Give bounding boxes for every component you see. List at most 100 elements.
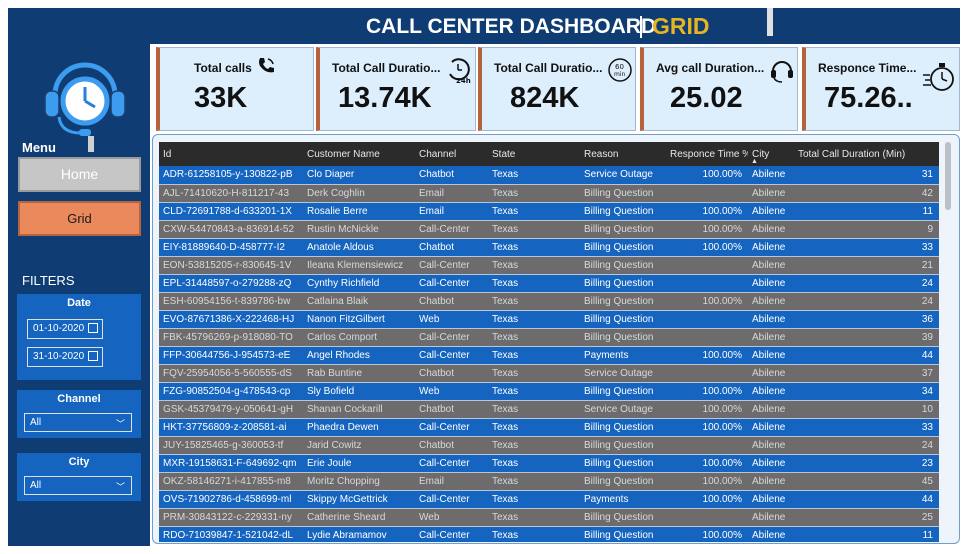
channel-select[interactable]: All ﹀ [24,413,132,432]
table-viewport[interactable]: Id Customer Name Channel State Reason Re… [159,142,939,542]
table-row[interactable]: JUY-15825465-g-360053-tf Jarid Cowitz Chat… [159,436,939,455]
column-header-id[interactable]: Id [159,142,303,166]
cell-total-call-duration: 25 [794,508,939,527]
cell-total-call-duration: 10 [794,400,939,419]
table-row[interactable]: EIY-81889640-D-458777-I2 Anatole Aldous Ch… [159,238,939,257]
cell-channel: Call-Center [415,526,488,542]
table-row[interactable]: OVS-71902786-d-458699-ml Skippy McGettric… [159,490,939,509]
cell-total-call-duration: 24 [794,274,939,293]
cell-city: Abilene [748,400,794,419]
table-row[interactable]: RDO-71039847-1-521042-dL Lydie Abramamov C… [159,526,939,542]
cell-total-call-duration: 24 [794,292,939,311]
home-button[interactable]: Home [18,157,141,192]
cell-channel: Chatbot [415,436,488,455]
cell-channel: Chatbot [415,166,488,185]
cell-responce-time: 100.00% [666,526,748,542]
cell-customer-name: Moritz Chopping [303,472,415,491]
table-row[interactable]: ESH-60954156-t-839786-bw Catlaina Blaik Ch… [159,292,939,311]
calendar-icon[interactable] [88,323,98,333]
phone-icon [259,58,274,73]
table-row[interactable]: HKT-37756809-z-208581-ai Phaedra Dewen Cal… [159,418,939,437]
column-header-customer-name[interactable]: Customer Name [303,142,415,166]
table-row[interactable]: EVO-87671386-X-222468-HJ Nanon FitzGilber… [159,310,939,329]
cell-state: Texas [488,220,580,239]
cell-total-call-duration: 34 [794,382,939,401]
table-row[interactable]: FZG-90852504-g-478543-cp Sly Bofield Web Te… [159,382,939,401]
cell-id: FBK-45796269-p-918080-TO [159,328,303,347]
table-row[interactable]: ADR-61258105-y-130822-pB Clo Diaper Chatbo… [159,166,939,185]
table-body: ADR-61258105-y-130822-pB Clo Diaper Chatbo… [159,166,939,542]
data-grid: Id Customer Name Channel State Reason Re… [152,134,960,544]
cell-total-call-duration: 33 [794,418,939,437]
vertical-scrollbar[interactable] [945,142,951,210]
table-row[interactable]: EPL-31448597-o-279288-zQ Cynthy Richfield… [159,274,939,293]
sidebar: Menu Home Grid FILTERS Date 01-10-2020 3… [8,44,150,546]
table-row[interactable]: FBK-45796269-p-918080-TO Carlos Comport Ca… [159,328,939,347]
cell-state: Texas [488,310,580,329]
table-row[interactable]: CXW-54470843-a-836914-52 Rustin McNickle C… [159,220,939,239]
cell-id: CXW-54470843-a-836914-52 [159,220,303,239]
table-row[interactable]: EON-53815205-r-830645-1V Ileana Klemensie… [159,256,939,275]
cell-responce-time [666,508,748,527]
cell-id: EPL-31448597-o-279288-zQ [159,274,303,293]
cell-responce-time: 100.00% [666,454,748,473]
menu-label: Menu [22,140,56,155]
cell-reason: Billing Question [580,418,666,437]
kpi-value: 13.74K [338,82,432,114]
table-row[interactable]: MXR-19158631-F-649692-qm Erie Joule Call-C… [159,454,939,473]
table-row[interactable]: FFP-30644756-J-954573-eE Angel Rhodes Call… [159,346,939,365]
kpi-value: 25.02 [670,82,743,114]
cell-channel: Web [415,382,488,401]
cell-customer-name: Shanan Cockarill [303,400,415,419]
calls-table: Id Customer Name Channel State Reason Re… [159,142,939,542]
cell-responce-time [666,364,748,383]
cell-city: Abilene [748,202,794,221]
start-date-input[interactable]: 01-10-2020 [27,319,103,339]
cell-reason: Payments [580,346,666,365]
sort-ascending-icon[interactable]: ▲ [751,158,758,165]
column-header-total-call-duration[interactable]: Total Call Duration (Min) [794,142,939,166]
cell-city: Abilene [748,220,794,239]
column-header-channel[interactable]: Channel [415,142,488,166]
cell-city: Abilene [748,238,794,257]
cell-state: Texas [488,274,580,293]
kpi-card-total-call-duration-minutes: Total Call Duratio... 824K 60 min [478,47,636,131]
column-header-city[interactable]: City ▲ [748,142,794,166]
chevron-down-icon: ﹀ [115,482,125,492]
cell-channel: Call-Center [415,418,488,437]
cell-state: Texas [488,238,580,257]
table-row[interactable]: AJL-71410620-H-811217-43 Derk Coghlin Emai… [159,184,939,203]
kpi-title: Responce Time... [818,61,917,75]
table-row[interactable]: PRM-30843122-c-229331-ny Catherine Sheard… [159,508,939,527]
end-date-input[interactable]: 31-10-2020 [27,347,103,367]
city-select[interactable]: All ﹀ [24,476,132,495]
kpi-card-total-calls: Total calls 33K [156,47,314,131]
table-row[interactable]: FQV-25954056-5-560555-dS Rab Buntine Chatb… [159,364,939,383]
cell-state: Texas [488,292,580,311]
cell-id: EIY-81889640-D-458777-I2 [159,238,303,257]
calendar-icon[interactable] [88,351,98,361]
cell-responce-time: 100.00% [666,292,748,311]
cell-channel: Call-Center [415,220,488,239]
cell-customer-name: Angel Rhodes [303,346,415,365]
cell-state: Texas [488,256,580,275]
cell-responce-time: 100.00% [666,472,748,491]
column-header-state[interactable]: State [488,142,580,166]
cell-total-call-duration: 11 [794,202,939,221]
cell-customer-name: Phaedra Dewen [303,418,415,437]
cell-responce-time: 100.00% [666,238,748,257]
table-row[interactable]: GSK-45379479-y-050641-gH Shanan Cockarill… [159,400,939,419]
cell-id: CLD-72691788-d-633201-1X [159,202,303,221]
cell-id: MXR-19158631-F-649692-qm [159,454,303,473]
column-header-responce-time[interactable]: Responce Time % [666,142,751,166]
column-header-reason[interactable]: Reason [580,142,666,166]
table-row[interactable]: OKZ-58146271-i-417855-m8 Moritz Chopping E… [159,472,939,491]
cell-customer-name: Lydie Abramamov [303,526,415,542]
date-filter-label: Date [67,297,91,309]
cell-reason: Billing Question [580,184,666,203]
city-filter: City All ﹀ [17,453,141,501]
kpi-value: 824K [510,82,580,114]
header-bar: CALL CENTER DASHBOARD GRID [8,8,960,44]
grid-button[interactable]: Grid [18,201,141,236]
table-row[interactable]: CLD-72691788-d-633201-1X Rosalie Berre Ema… [159,202,939,221]
